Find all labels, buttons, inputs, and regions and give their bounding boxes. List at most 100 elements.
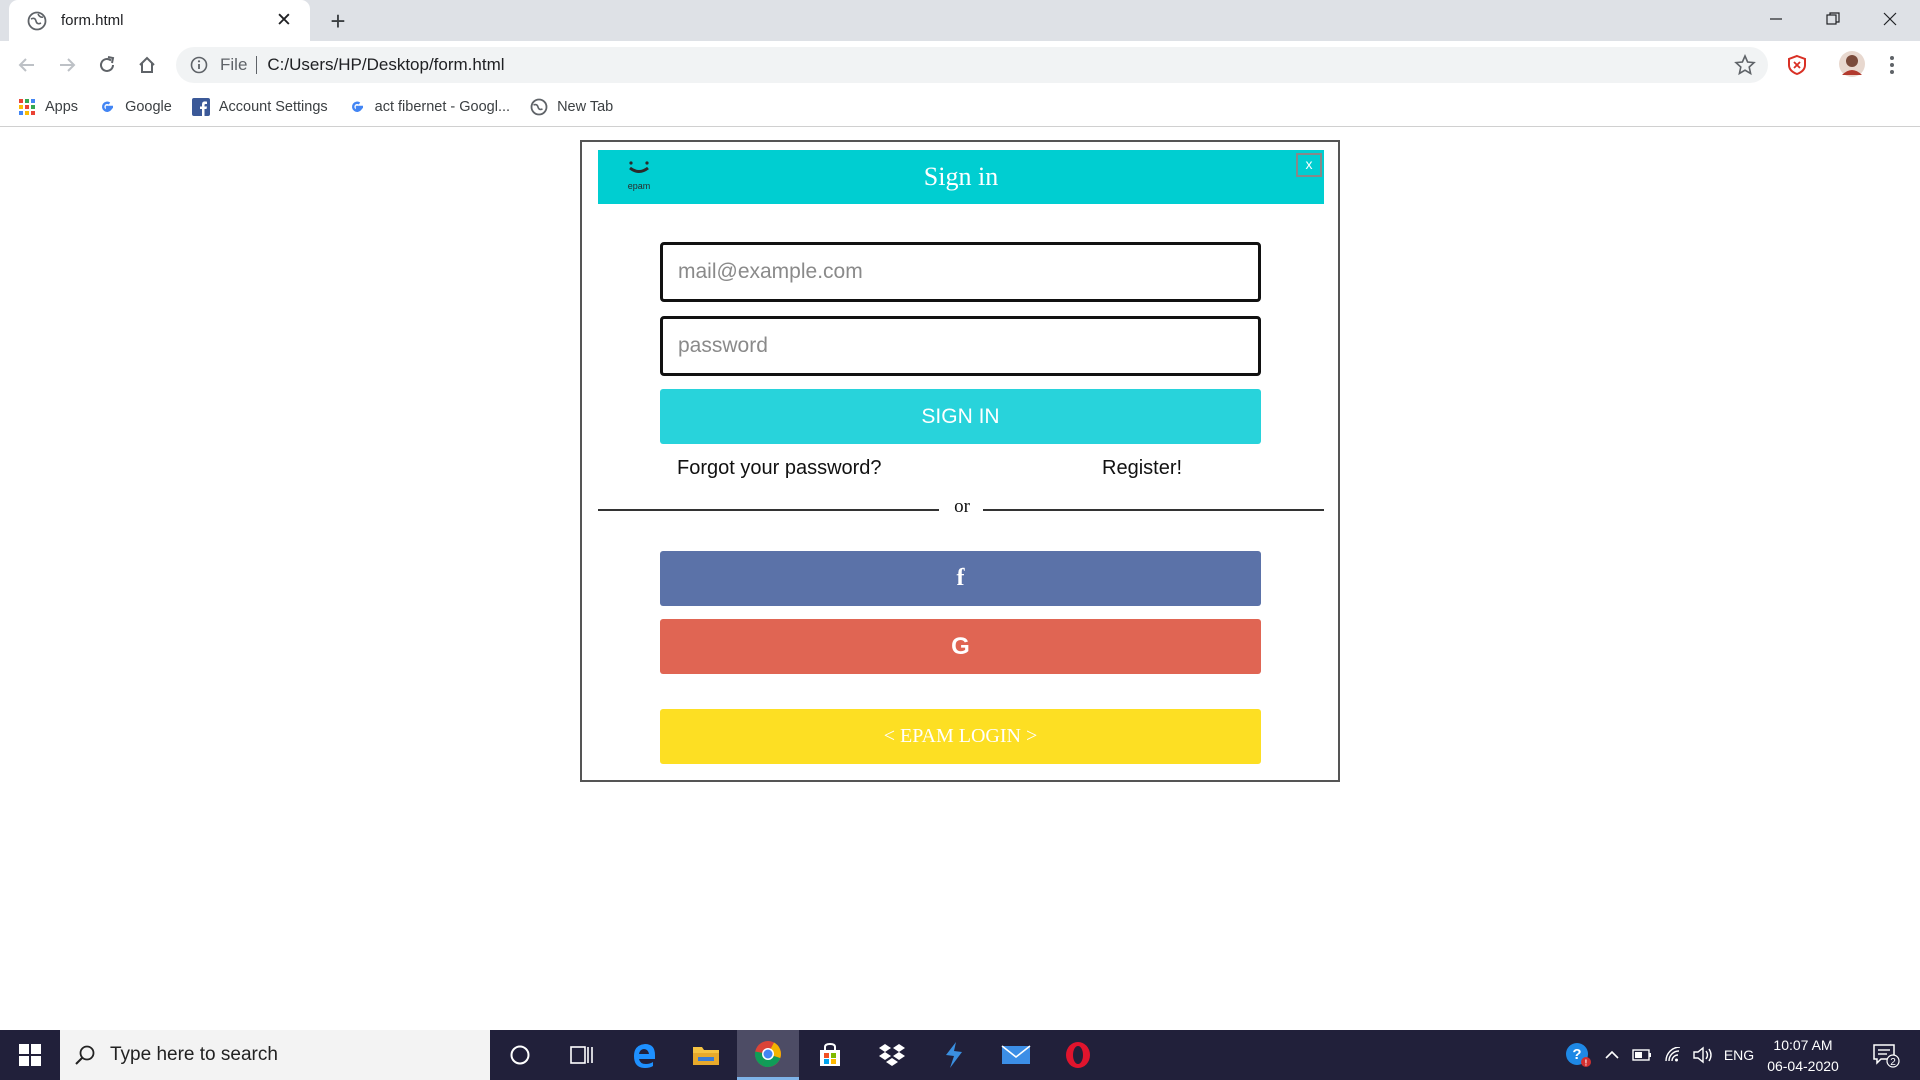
search-icon [75, 1045, 95, 1065]
globe-icon [530, 98, 548, 116]
reload-icon [100, 56, 115, 72]
show-hidden-icons-button[interactable] [1600, 1030, 1624, 1080]
profile-avatar[interactable] [1836, 48, 1868, 80]
facebook-icon [191, 98, 210, 116]
apps-grid-icon [18, 98, 36, 116]
close-button[interactable]: x [1296, 153, 1322, 177]
info-icon [190, 56, 208, 74]
divider-text: or [954, 496, 970, 517]
taskbar-search[interactable]: Type here to search [60, 1030, 490, 1080]
bookmark-label: Account Settings [218, 99, 328, 115]
minimize-icon [1770, 18, 1782, 20]
store-taskbar-button[interactable] [799, 1030, 861, 1080]
chrome-taskbar-button[interactable] [737, 1030, 799, 1080]
taskbar-search-placeholder: Type here to search [110, 1044, 278, 1065]
windows-icon [19, 1044, 41, 1066]
google-login-button[interactable]: G [660, 619, 1261, 674]
extension-button[interactable] [1781, 49, 1813, 81]
back-button[interactable] [11, 49, 43, 81]
bookmark-new-tab[interactable]: New Tab [530, 98, 613, 116]
new-tab-button[interactable]: + [323, 6, 353, 36]
notification-count: 2 [1890, 1057, 1896, 1068]
store-icon [820, 1042, 840, 1066]
notifications-button[interactable]: 2 [1862, 1030, 1910, 1080]
minimize-button[interactable] [1748, 0, 1804, 38]
epam-login-button[interactable]: < EPAM LOGIN > [660, 709, 1261, 764]
arrow-left-icon [18, 58, 34, 72]
vscode-taskbar-button[interactable] [923, 1030, 985, 1080]
forgot-password-link[interactable]: Forgot your password? [677, 457, 882, 480]
divider-left [598, 509, 939, 511]
cortana-button[interactable] [489, 1030, 551, 1080]
bookmarks-bar: Apps Google Account Settings act fiberne… [0, 88, 1920, 127]
tab-title: form.html [61, 12, 124, 29]
edge-icon [634, 1044, 655, 1068]
edge-taskbar-button[interactable] [613, 1030, 675, 1080]
menu-button[interactable] [1876, 49, 1908, 81]
taskbar-clock[interactable]: 10:07 AM 06-04-2020 [1760, 1035, 1846, 1077]
address-separator [256, 56, 258, 74]
wifi-icon [1665, 1047, 1681, 1062]
address-bar[interactable]: File C:/Users/HP/Desktop/form.html [176, 47, 1768, 83]
cortana-icon [510, 1045, 530, 1065]
chevron-up-icon [1605, 1050, 1619, 1059]
home-icon [139, 56, 155, 73]
mail-icon [1001, 1045, 1031, 1064]
bookmark-google[interactable]: Google [98, 98, 172, 116]
address-scheme: File [220, 55, 248, 74]
facebook-icon: f [956, 565, 965, 591]
bookmark-apps[interactable]: Apps [18, 98, 78, 116]
star-icon[interactable] [1734, 54, 1756, 76]
password-field[interactable]: password [660, 316, 1261, 376]
home-button[interactable] [131, 49, 163, 81]
signin-button[interactable]: SIGN IN [660, 389, 1261, 444]
help-icon: ?! [1566, 1043, 1591, 1068]
taskbar: Type here to search ?! ENG 10:07 AM 06-0… [0, 1030, 1920, 1080]
browser-tab[interactable]: form.html ✕ [9, 0, 310, 41]
help-tray-button[interactable]: ?! [1558, 1030, 1598, 1080]
modal-header: epam Sign in x [598, 150, 1324, 204]
signin-modal: epam Sign in x mail@example.com password… [580, 140, 1340, 782]
chrome-icon [754, 1040, 781, 1067]
dropbox-taskbar-button[interactable] [861, 1030, 923, 1080]
dropbox-icon [879, 1044, 905, 1066]
register-link[interactable]: Register! [1102, 457, 1182, 480]
folder-icon [693, 1047, 719, 1065]
mail-taskbar-button[interactable] [985, 1030, 1047, 1080]
bookmark-account-settings[interactable]: Account Settings [191, 98, 328, 116]
bookmark-label: Apps [45, 99, 79, 115]
restore-button[interactable] [1805, 0, 1861, 38]
svg-text:?: ? [1572, 1046, 1581, 1063]
code-editor-icon [946, 1042, 962, 1068]
globe-icon [27, 11, 47, 30]
opera-taskbar-button[interactable] [1047, 1030, 1109, 1080]
reload-button[interactable] [91, 49, 123, 81]
start-button[interactable] [0, 1030, 60, 1080]
bookmark-label: act fibernet - Googl... [374, 99, 511, 115]
browser-toolbar: File C:/Users/HP/Desktop/form.html [0, 41, 1920, 88]
language-indicator[interactable]: ENG [1720, 1030, 1758, 1080]
clock-time: 10:07 AM [1773, 1037, 1833, 1053]
battery-tray-button[interactable] [1628, 1030, 1656, 1080]
avatar-icon [1839, 51, 1865, 77]
forward-button[interactable] [51, 49, 83, 81]
email-field[interactable]: mail@example.com [660, 242, 1261, 302]
task-view-button[interactable] [551, 1030, 613, 1080]
google-icon: G [951, 632, 970, 660]
svg-text:!: ! [1585, 1059, 1588, 1068]
volume-tray-button[interactable] [1688, 1030, 1718, 1080]
bookmark-label: Google [125, 99, 172, 115]
wifi-tray-button[interactable] [1660, 1030, 1686, 1080]
notification-icon: 2 [1873, 1044, 1900, 1068]
close-window-button[interactable] [1862, 0, 1918, 38]
restore-icon [1826, 12, 1840, 25]
bookmark-label: New Tab [557, 99, 614, 115]
tab-close-icon[interactable]: ✕ [272, 9, 296, 33]
shield-icon [1788, 54, 1806, 76]
modal-title: Sign in [923, 162, 999, 191]
file-explorer-button[interactable] [675, 1030, 737, 1080]
volume-icon [1693, 1046, 1712, 1064]
bookmark-act-fibernet[interactable]: act fibernet - Googl... [348, 98, 510, 116]
address-url: C:/Users/HP/Desktop/form.html [267, 55, 505, 74]
facebook-login-button[interactable]: f [660, 551, 1261, 606]
